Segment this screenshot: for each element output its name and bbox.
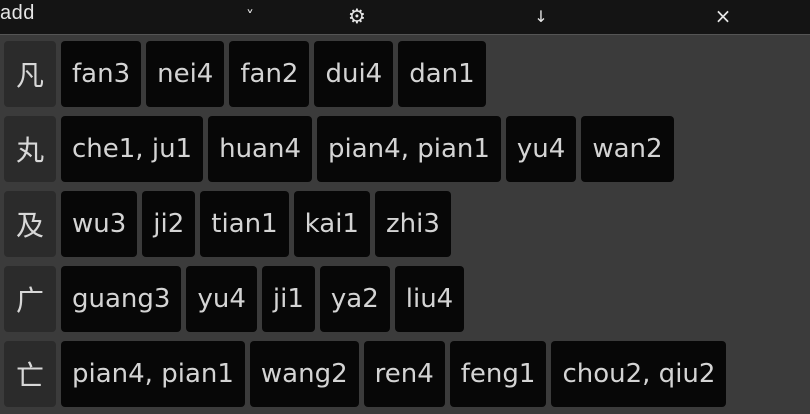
- pinyin-option[interactable]: dui4: [314, 41, 394, 107]
- pinyin-option[interactable]: huan4: [208, 116, 313, 182]
- pinyin-option[interactable]: zhi3: [374, 191, 451, 257]
- character-row: 丸 che1, ju1 huan4 pian4, pian1 yu4 wan2: [4, 116, 674, 182]
- pinyin-option[interactable]: yu4: [505, 116, 577, 182]
- pinyin-option[interactable]: feng1: [449, 341, 547, 407]
- pinyin-option[interactable]: tian1: [200, 191, 289, 257]
- pinyin-option[interactable]: guang3: [61, 266, 182, 332]
- pinyin-option[interactable]: wan2: [581, 116, 674, 182]
- hanzi-cell: 广: [4, 266, 56, 332]
- hanzi-cell: 丸: [4, 116, 56, 182]
- pinyin-option[interactable]: che1, ju1: [61, 116, 204, 182]
- character-row: 广 guang3 yu4 ji1 ya2 liu4: [4, 266, 465, 332]
- close-icon[interactable]: ×: [710, 2, 736, 30]
- pinyin-option[interactable]: ren4: [363, 341, 445, 407]
- gear-icon[interactable]: ⚙: [343, 2, 371, 30]
- pinyin-option[interactable]: ya2: [319, 266, 390, 332]
- pinyin-option[interactable]: nei4: [146, 41, 225, 107]
- pinyin-option[interactable]: yu4: [186, 266, 257, 332]
- hanzi-cell: 及: [4, 191, 56, 257]
- chevron-down-icon[interactable]: ˅: [238, 2, 262, 30]
- pinyin-option[interactable]: pian4, pian1: [61, 341, 245, 407]
- pinyin-option[interactable]: ji1: [261, 266, 315, 332]
- arrow-down-icon[interactable]: ↓: [528, 2, 554, 30]
- pinyin-option[interactable]: fan2: [229, 41, 310, 107]
- mode-label: add: [0, 2, 35, 24]
- pinyin-option[interactable]: liu4: [394, 266, 465, 332]
- pinyin-option[interactable]: chou2, qiu2: [551, 341, 727, 407]
- hanzi-cell: 亡: [4, 341, 56, 407]
- character-row: 亡 pian4, pian1 wang2 ren4 feng1 chou2, q…: [4, 341, 727, 407]
- hanzi-cell: 凡: [4, 41, 56, 107]
- character-row: 凡 fan3 nei4 fan2 dui4 dan1: [4, 41, 486, 107]
- toolbar: add ˅ ⚙ ↓ ×: [0, 0, 810, 35]
- pinyin-option[interactable]: kai1: [293, 191, 370, 257]
- pinyin-option[interactable]: pian4, pian1: [317, 116, 501, 182]
- pinyin-option[interactable]: dan1: [398, 41, 486, 107]
- pinyin-option[interactable]: ji2: [142, 191, 196, 257]
- character-row: 及 wu3 ji2 tian1 kai1 zhi3: [4, 191, 451, 257]
- pinyin-option[interactable]: fan3: [61, 41, 142, 107]
- pinyin-option[interactable]: wu3: [61, 191, 138, 257]
- pinyin-option[interactable]: wang2: [249, 341, 359, 407]
